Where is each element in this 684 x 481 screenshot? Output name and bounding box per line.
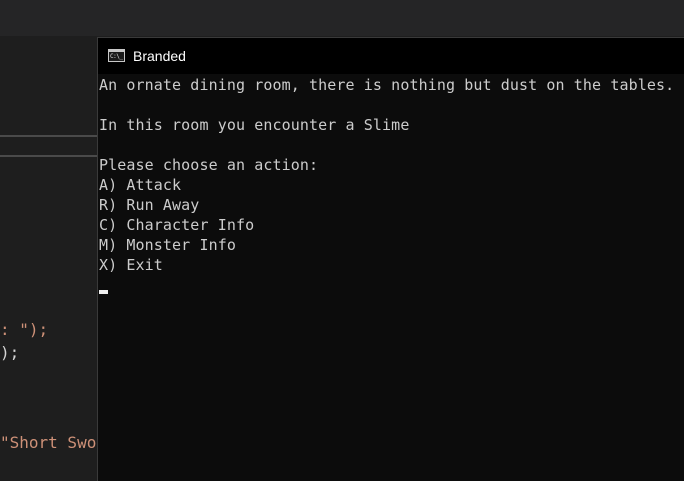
text-cursor[interactable]: [99, 290, 108, 294]
code-line: );: [0, 343, 20, 362]
window-title: Branded: [133, 48, 186, 64]
console-window[interactable]: C:\_ Branded An ornate dining room, ther…: [97, 37, 684, 481]
console-output[interactable]: An ornate dining room, there is nothing …: [98, 75, 684, 481]
option-monster-info: M) Monster Info: [99, 236, 236, 254]
room-description: An ornate dining room, there is nothing …: [99, 76, 675, 94]
option-run-away: R) Run Away: [99, 196, 200, 214]
option-attack: A) Attack: [99, 176, 182, 194]
editor-tab-bar: [0, 0, 684, 36]
option-character-info: C) Character Info: [99, 216, 255, 234]
code-line: "Short Swor: [0, 433, 106, 452]
editor-divider: [0, 155, 100, 157]
option-exit: X) Exit: [99, 256, 163, 274]
code-line: : ");: [0, 320, 49, 339]
window-titlebar[interactable]: C:\_ Branded: [98, 38, 684, 74]
action-prompt: Please choose an action:: [99, 156, 319, 174]
console-icon: C:\_: [108, 49, 125, 62]
encounter-text: In this room you encounter a Slime: [99, 116, 410, 134]
editor-divider: [0, 135, 100, 137]
